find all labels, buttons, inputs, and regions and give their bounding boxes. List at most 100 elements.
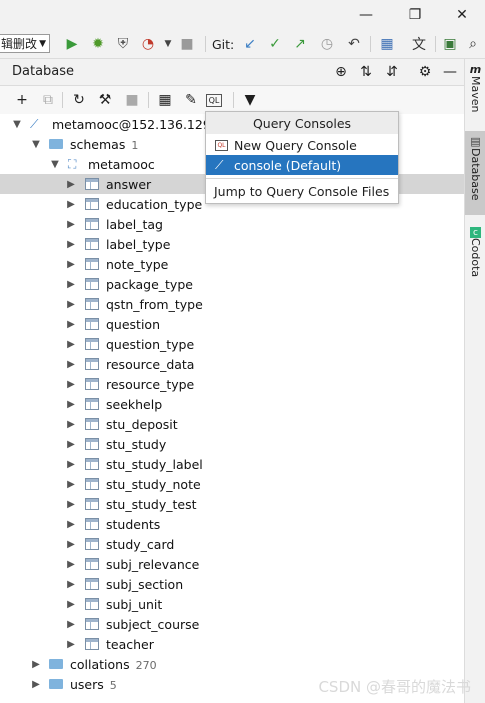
close-button[interactable]: ✕ (451, 4, 473, 26)
table-icon (85, 578, 99, 590)
chevron-right-icon[interactable]: ▶ (66, 499, 76, 510)
chevron-right-icon[interactable]: ▶ (66, 379, 76, 390)
jump-to-console-files-item[interactable]: Jump to Query Console Files (206, 181, 398, 201)
table-row[interactable]: ▶ stu_deposit (0, 414, 464, 434)
table-row[interactable]: ▶ stu_study (0, 434, 464, 454)
schema-label: metamooc (88, 156, 155, 172)
profile-icon[interactable]: ◔ (138, 34, 158, 54)
table-row[interactable]: ▶ subj_unit (0, 594, 464, 614)
coverage-icon[interactable]: ⛨ (113, 34, 133, 54)
table-row[interactable]: ▶ teacher (0, 634, 464, 654)
table-row[interactable]: ▶ question (0, 314, 464, 334)
table-row[interactable]: ▶ label_tag (0, 214, 464, 234)
table-icon[interactable]: ▦ (155, 90, 175, 110)
vcs-commit-icon[interactable]: ✓ (265, 34, 285, 54)
locate-icon[interactable]: ⊕ (331, 62, 351, 82)
chevron-right-icon[interactable]: ▶ (66, 219, 76, 230)
search-icon[interactable]: ⌕ (463, 34, 483, 54)
chevron-right-icon[interactable]: ▶ (66, 399, 76, 410)
run-icon[interactable]: ▶ (62, 34, 82, 54)
chevron-right-icon[interactable]: ▶ (66, 619, 76, 630)
table-row[interactable]: ▶ note_type (0, 254, 464, 274)
table-row[interactable]: ▶ package_type (0, 274, 464, 294)
chevron-right-icon[interactable]: ▶ (66, 239, 76, 250)
chevron-right-icon[interactable]: ▶ (66, 179, 76, 190)
table-row[interactable]: ▶ subject_course (0, 614, 464, 634)
table-row[interactable]: ▶ resource_type (0, 374, 464, 394)
query-console-icon[interactable]: QL (206, 94, 222, 107)
hide-panel-icon[interactable]: — (440, 62, 460, 82)
restore-button[interactable]: ❐ (404, 4, 426, 26)
database-tab[interactable]: ▤ Database (465, 131, 485, 215)
chevron-right-icon[interactable]: ▶ (66, 419, 76, 430)
table-row[interactable]: ▶ resource_data (0, 354, 464, 374)
chevron-right-icon[interactable]: ▶ (66, 439, 76, 450)
expand-all-icon[interactable]: ⇅ (356, 62, 376, 82)
chevron-down-icon[interactable]: ▼ (12, 119, 22, 130)
duplicate-icon[interactable]: ⧉ (38, 90, 58, 110)
debug-icon[interactable]: ✹ (88, 34, 108, 54)
chevron-right-icon[interactable]: ▶ (66, 259, 76, 270)
translate-icon[interactable]: 文 (409, 34, 429, 54)
console-default-item[interactable]: ⟋ console (Default) (206, 155, 398, 175)
table-row[interactable]: ▶ students (0, 514, 464, 534)
table-row[interactable]: ▶ stu_study_label (0, 454, 464, 474)
chevron-right-icon[interactable]: ▶ (66, 519, 76, 530)
console-default-label: console (Default) (234, 157, 342, 173)
table-row[interactable]: ▶ label_type (0, 234, 464, 254)
table-row[interactable]: ▶ seekhelp (0, 394, 464, 414)
tree-row-collations[interactable]: ▶ collations 270 (0, 654, 464, 674)
minimize-button[interactable]: — (355, 4, 377, 26)
run-config-select[interactable]: 辑删改 ▼ (0, 34, 50, 53)
table-row[interactable]: ▶ stu_study_test (0, 494, 464, 514)
chevron-right-icon[interactable]: ▶ (31, 659, 41, 670)
table-row[interactable]: ▶ subj_section (0, 574, 464, 594)
table-name: question (106, 316, 161, 332)
rollback-icon[interactable]: ↶ (344, 34, 364, 54)
terminal-icon[interactable]: ▣ (440, 34, 460, 54)
chevron-right-icon[interactable]: ▶ (31, 679, 41, 690)
jump-label: Jump to Query Console Files (214, 183, 390, 199)
chevron-right-icon[interactable]: ▶ (66, 359, 76, 370)
table-name: resource_type (106, 376, 195, 392)
chevron-right-icon[interactable]: ▶ (66, 319, 76, 330)
chevron-right-icon[interactable]: ▶ (66, 579, 76, 590)
stop-icon[interactable]: ■ (177, 34, 197, 54)
table-row[interactable]: ▶ stu_study_note (0, 474, 464, 494)
stop-icon[interactable]: ■ (122, 90, 142, 110)
refresh-icon[interactable]: ↻ (69, 90, 89, 110)
schema-settings-icon[interactable]: ⚒ (95, 90, 115, 110)
collapse-all-icon[interactable]: ⇵ (382, 62, 402, 82)
table-row[interactable]: ▶ subj_relevance (0, 554, 464, 574)
chevron-right-icon[interactable]: ▶ (66, 639, 76, 650)
filter-icon[interactable]: ▼ (240, 90, 260, 110)
table-row[interactable]: ▶ qstn_from_type (0, 294, 464, 314)
table-row[interactable]: ▶ question_type (0, 334, 464, 354)
chevron-right-icon[interactable]: ▶ (66, 479, 76, 490)
add-icon[interactable]: + (12, 90, 32, 110)
gear-icon[interactable]: ⚙ (415, 62, 435, 82)
project-structure-icon[interactable]: ▦ (377, 34, 397, 54)
history-icon[interactable]: ◷ (317, 34, 337, 54)
chevron-right-icon[interactable]: ▶ (66, 459, 76, 470)
chevron-right-icon[interactable]: ▶ (66, 279, 76, 290)
vcs-update-icon[interactable]: ↙ (240, 34, 260, 54)
codota-tab[interactable]: c Codota (465, 227, 485, 291)
maven-tab[interactable]: m Maven (465, 63, 485, 127)
toolbar-separator (435, 36, 436, 52)
chevron-right-icon[interactable]: ▶ (66, 559, 76, 570)
more-run-icon[interactable]: ▼ (158, 34, 178, 54)
vcs-push-icon[interactable]: ↗ (290, 34, 310, 54)
chevron-right-icon[interactable]: ▶ (66, 339, 76, 350)
chevron-down-icon[interactable]: ▼ (31, 139, 41, 150)
toolbar-separator (148, 92, 149, 108)
table-row[interactable]: ▶ study_card (0, 534, 464, 554)
chevron-right-icon[interactable]: ▶ (66, 299, 76, 310)
chevron-right-icon[interactable]: ▶ (66, 599, 76, 610)
new-query-console-item[interactable]: QL New Query Console (206, 135, 398, 155)
chevron-down-icon[interactable]: ▼ (50, 159, 60, 170)
chevron-right-icon[interactable]: ▶ (66, 539, 76, 550)
table-icon (85, 638, 99, 650)
edit-icon[interactable]: ✎ (181, 90, 201, 110)
chevron-right-icon[interactable]: ▶ (66, 199, 76, 210)
